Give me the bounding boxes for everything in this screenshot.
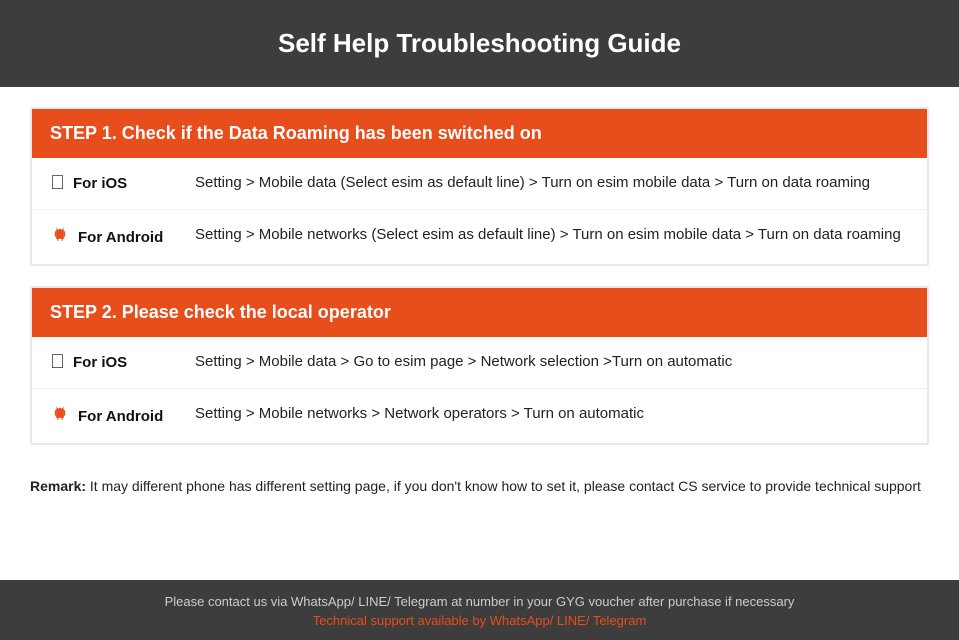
page-title: Self Help Troubleshooting Guide	[20, 28, 939, 59]
step2-android-label-text: For Android	[78, 408, 163, 425]
step1-body:  For iOS Setting > Mobile data (Select …	[32, 158, 927, 264]
step1-ios-label-text: For iOS	[73, 175, 127, 192]
step2-android-label: For Android	[50, 403, 195, 429]
step2-card: STEP 2. Please check the local operator …	[30, 286, 929, 445]
step1-android-label: For Android	[50, 224, 195, 250]
step2-android-row: For Android Setting > Mobile networks > …	[32, 389, 927, 443]
android-icon	[50, 224, 70, 250]
page-header: Self Help Troubleshooting Guide	[0, 0, 959, 87]
step1-android-row: For Android Setting > Mobile networks (S…	[32, 210, 927, 264]
step2-ios-label:  For iOS	[50, 351, 195, 374]
step1-header: STEP 1. Check if the Data Roaming has be…	[32, 109, 927, 158]
remark-bold: Remark:	[30, 478, 86, 494]
remark-text: It may different phone has different set…	[86, 478, 921, 494]
remark-section: Remark: It may different phone has diffe…	[30, 465, 929, 505]
apple-icon: 	[50, 172, 65, 195]
step1-ios-label:  For iOS	[50, 172, 195, 195]
page-footer: Please contact us via WhatsApp/ LINE/ Te…	[0, 580, 959, 640]
step1-android-label-text: For Android	[78, 229, 163, 246]
step2-ios-row:  For iOS Setting > Mobile data > Go to …	[32, 337, 927, 389]
footer-contact-text: Please contact us via WhatsApp/ LINE/ Te…	[20, 594, 939, 609]
step2-android-text: Setting > Mobile networks > Network oper…	[195, 403, 909, 426]
step2-body:  For iOS Setting > Mobile data > Go to …	[32, 337, 927, 443]
step1-ios-text: Setting > Mobile data (Select esim as de…	[195, 172, 909, 195]
step1-android-text: Setting > Mobile networks (Select esim a…	[195, 224, 909, 247]
footer-support-text: Technical support available by WhatsApp/…	[20, 613, 939, 628]
step2-ios-text: Setting > Mobile data > Go to esim page …	[195, 351, 909, 374]
apple-icon-2: 	[50, 351, 65, 374]
step2-heading: STEP 2. Please check the local operator	[50, 302, 391, 322]
main-content: STEP 1. Check if the Data Roaming has be…	[0, 87, 959, 580]
step1-card: STEP 1. Check if the Data Roaming has be…	[30, 107, 929, 266]
step2-ios-label-text: For iOS	[73, 354, 127, 371]
android-icon-2	[50, 403, 70, 429]
step1-heading: STEP 1. Check if the Data Roaming has be…	[50, 123, 542, 143]
step2-header: STEP 2. Please check the local operator	[32, 288, 927, 337]
step1-ios-row:  For iOS Setting > Mobile data (Select …	[32, 158, 927, 210]
